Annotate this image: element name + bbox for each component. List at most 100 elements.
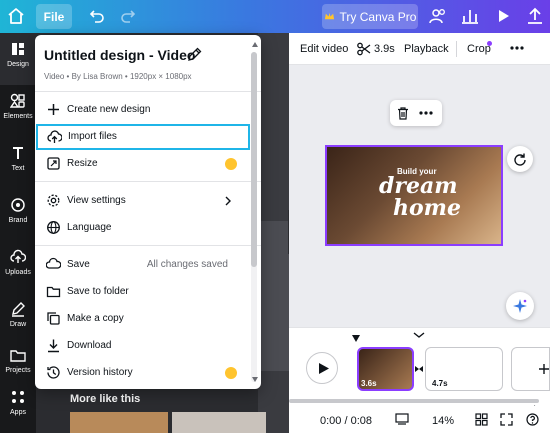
folder-icon [10, 350, 26, 362]
menu-item-label: Import files [68, 131, 117, 142]
clip-duration-label: 4.7s [432, 379, 448, 388]
scroll-up-arrow-icon[interactable] [252, 42, 258, 47]
menu-item-make-a-copy[interactable]: Make a copy [35, 306, 251, 332]
menu-item-resize[interactable]: Resize [35, 151, 251, 177]
clip-duration[interactable]: 3.9s [374, 43, 395, 55]
design-icon [12, 43, 24, 55]
timeline-clip[interactable]: 4.7s [425, 347, 503, 391]
try-canva-pro-button[interactable]: Try Canva Pro [322, 4, 418, 29]
help-icon[interactable] [526, 413, 539, 426]
sparkle-icon [513, 299, 527, 313]
chevron-down-icon[interactable] [413, 332, 425, 338]
save-icon [46, 257, 61, 269]
copy-icon [47, 312, 60, 325]
rail-item-brand[interactable]: Brand [0, 189, 36, 241]
refresh-icon [514, 153, 526, 166]
present-play-icon[interactable] [494, 7, 512, 25]
notes-icon[interactable] [395, 413, 409, 425]
rail-label-design: Design [7, 61, 29, 68]
home-icon[interactable] [7, 7, 25, 25]
zoom-level[interactable]: 14% [432, 415, 454, 427]
menu-item-label: Download [67, 340, 112, 351]
panel-scroll-content [258, 33, 289, 433]
rail-item-apps[interactable]: Apps [0, 381, 36, 433]
save-status: All changes saved [146, 259, 228, 270]
menu-item-version-history[interactable]: Version history [35, 360, 251, 386]
menu-item-download[interactable]: Download [35, 333, 251, 359]
video-headline-line: dream [379, 173, 458, 199]
menu-item-label: Save [67, 259, 90, 270]
scroll-down-arrow-icon[interactable] [252, 377, 258, 382]
video-page[interactable]: Build your dream home [325, 145, 503, 246]
plus-icon [539, 364, 549, 374]
rail-label-text: Text [11, 165, 25, 172]
menu-item-label: Save to folder [67, 286, 129, 297]
menu-item-language[interactable]: Language [35, 215, 251, 241]
menu-item-save-to-folder[interactable]: Save to folder [35, 279, 251, 305]
menu-item-save[interactable]: Save All changes saved [35, 252, 251, 278]
template-thumbnail[interactable] [172, 412, 266, 433]
menu-item-label: View settings [67, 195, 126, 206]
menu-item-import-files[interactable]: Import files [36, 124, 250, 150]
insights-icon[interactable] [461, 7, 479, 25]
elements-icon [10, 93, 25, 108]
regenerate-button[interactable] [507, 146, 533, 172]
more-options-icon[interactable] [419, 111, 433, 115]
menu-scrollbar-thumb[interactable] [251, 52, 257, 267]
design-title[interactable]: Untitled design - Video [44, 47, 195, 63]
bottom-status-bar: 0:00 / 0:08 14% [289, 406, 550, 433]
pro-crown-icon [225, 367, 237, 379]
file-menu-button[interactable]: File [36, 4, 72, 29]
timeline-clip[interactable]: 3.6s [357, 347, 414, 391]
upload-icon [10, 249, 26, 263]
scissors-icon[interactable] [357, 42, 371, 56]
rail-item-design[interactable]: Design [0, 33, 36, 85]
rail-item-elements[interactable]: Elements [0, 85, 36, 137]
trash-icon[interactable] [396, 106, 410, 120]
globe-icon [47, 221, 60, 234]
history-icon [47, 366, 60, 379]
share-upload-icon[interactable] [526, 7, 544, 25]
rail-label-uploads: Uploads [5, 269, 31, 276]
chevron-right-icon [225, 196, 231, 206]
rail-item-uploads[interactable]: Uploads [0, 241, 36, 293]
share-people-icon[interactable] [429, 7, 447, 25]
brand-icon [11, 198, 25, 212]
rail-label-apps: Apps [10, 409, 26, 416]
transition-icon[interactable] [414, 364, 424, 374]
magic-assistant-button[interactable] [506, 292, 534, 320]
left-rail: Design Elements Text Brand Uploads Draw … [0, 33, 36, 433]
menu-scrollbar[interactable] [251, 52, 257, 382]
more-options-icon[interactable] [510, 46, 524, 50]
cloud-upload-icon [47, 130, 62, 143]
play-icon [319, 363, 329, 374]
video-headline-line: home [393, 195, 461, 221]
play-button[interactable] [306, 352, 338, 384]
fullscreen-icon[interactable] [500, 413, 513, 426]
menu-item-label: Version history [67, 367, 133, 378]
clip-duration-label: 3.6s [361, 379, 377, 388]
template-thumbnail[interactable] [70, 412, 168, 433]
rail-item-text[interactable]: Text [0, 137, 36, 189]
menu-divider [35, 245, 261, 246]
rail-item-draw[interactable]: Draw [0, 293, 36, 345]
redo-icon[interactable] [120, 8, 136, 24]
crown-icon [324, 12, 334, 20]
pencil-icon[interactable] [187, 47, 202, 62]
grid-view-icon[interactable] [475, 413, 488, 426]
time-readout: 0:00 / 0:08 [320, 415, 372, 427]
rail-label-elements: Elements [3, 113, 33, 120]
timeline-scrollbar[interactable] [289, 399, 539, 403]
menu-item-view-settings[interactable]: View settings [35, 188, 251, 214]
undo-icon[interactable] [89, 8, 105, 24]
menu-item-create-new-design[interactable]: Create new design [35, 97, 251, 123]
video-headline-large: dream home [379, 175, 461, 219]
rail-label-draw: Draw [9, 321, 27, 328]
template-thumbnail[interactable] [258, 221, 289, 371]
notification-dot [487, 41, 492, 46]
design-details: Video • By Lisa Brown • 1920px × 1080px [44, 72, 192, 81]
playback-button[interactable]: Playback [404, 43, 449, 55]
add-page-button[interactable] [511, 347, 550, 391]
edit-video-button[interactable]: Edit video [300, 43, 348, 55]
menu-item-label: Make a copy [67, 313, 124, 324]
